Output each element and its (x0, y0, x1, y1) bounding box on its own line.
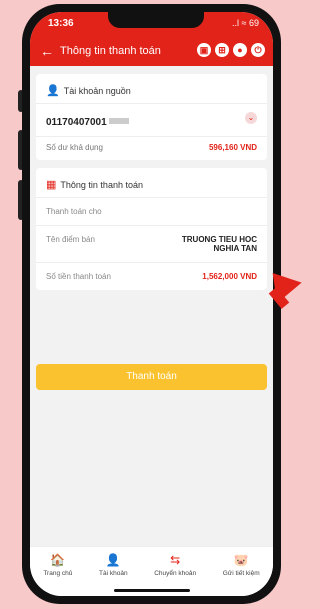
header-actions: ▣ ⊞ ● ⏻ (197, 43, 265, 57)
chevron-down-icon[interactable]: ⌄ (245, 112, 257, 124)
app-header: ← Thông tin thanh toán ▣ ⊞ ● ⏻ (30, 36, 273, 66)
home-indicator (114, 589, 190, 592)
transfer-icon: ⇆ (170, 553, 181, 567)
phone-frame: 13:36 ..l ≈ 69 ← Thông tin thanh toán ▣ … (22, 4, 281, 604)
notch (108, 12, 204, 28)
tab-account-label: Tài khoản (99, 570, 128, 577)
pay-for-label: Thanh toán cho (46, 207, 102, 216)
masked-digits (108, 117, 129, 124)
main-content: 👤 Tài khoản nguồn 01170407001 ⌄ Số dư kh… (30, 66, 273, 546)
back-arrow-icon[interactable]: ← (40, 43, 54, 59)
system-icons: ..l ≈ 69 (232, 18, 259, 28)
account-selector[interactable]: 01170407001 ⌄ (36, 103, 267, 136)
tab-transfer-label: Chuyển khoản (154, 570, 197, 577)
merchant-row: Tên điểm bán TRUONG TIEU HOC NGHIA TAN (36, 225, 267, 262)
pay-for-row: Thanh toán cho (36, 197, 267, 225)
payment-info-title: Thông tin thanh toán (60, 179, 143, 190)
user-icon: 👤 (46, 85, 60, 97)
balance-value: 596,160 VND (208, 143, 257, 152)
tab-savings-label: Gửi tiết kiệm (222, 570, 260, 577)
page-title: Thông tin thanh toán (60, 45, 161, 57)
account-number: 01170407001 (46, 117, 107, 128)
power-icon[interactable]: ⏻ (251, 43, 265, 57)
source-account-card: 👤 Tài khoản nguồn 01170407001 ⌄ Số dư kh… (36, 74, 267, 160)
source-account-title: Tài khoản nguồn (63, 85, 131, 96)
account-icon[interactable]: ● (233, 43, 247, 57)
balance-row: Số dư khả dụng 596,160 VND (36, 136, 267, 160)
amount-label: Số tiền thanh toán (46, 272, 111, 281)
pay-button[interactable]: Thanh toán (36, 364, 267, 390)
screen: 13:36 ..l ≈ 69 ← Thông tin thanh toán ▣ … (30, 12, 273, 596)
tab-savings[interactable]: 🐷 Gửi tiết kiệm (223, 547, 260, 596)
tab-home-label: Trang chủ (43, 570, 73, 577)
merchant-value: TRUONG TIEU HOC NGHIA TAN (181, 235, 257, 253)
home-icon: 🏠 (50, 553, 66, 567)
payment-info-card: ▦ Thông tin thanh toán Thanh toán cho Tê… (36, 168, 267, 290)
status-bar: 13:36 ..l ≈ 69 (30, 12, 273, 36)
status-time: 13:36 (48, 18, 74, 29)
piggy-bank-icon: 🐷 (233, 553, 249, 567)
merchant-label: Tên điểm bán (46, 235, 95, 244)
calendar-icon: ▦ (46, 179, 57, 191)
balance-label: Số dư khả dụng (46, 143, 103, 152)
amount-value: 1,562,000 VND (202, 272, 257, 281)
grid-icon[interactable]: ⊞ (215, 43, 229, 57)
qr-icon[interactable]: ▣ (197, 43, 211, 57)
person-icon: 👤 (105, 553, 121, 567)
source-account-header: 👤 Tài khoản nguồn (36, 74, 267, 103)
payment-info-header: ▦ Thông tin thanh toán (36, 168, 267, 197)
amount-row: Số tiền thanh toán 1,562,000 VND (36, 262, 267, 290)
tab-home[interactable]: 🏠 Trang chủ (43, 547, 72, 596)
